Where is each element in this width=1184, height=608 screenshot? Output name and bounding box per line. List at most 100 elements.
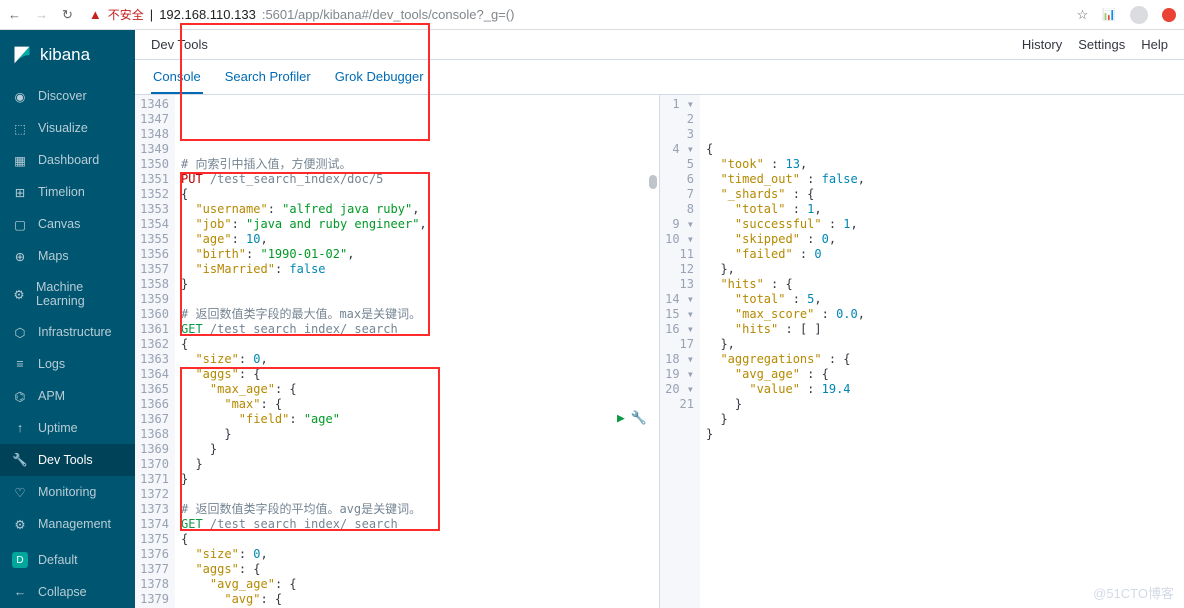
- code-line[interactable]: [181, 487, 653, 502]
- sidebar-item-management[interactable]: ⚙ Management: [0, 508, 135, 540]
- code-line[interactable]: PUT /test_search_index/doc/5: [181, 172, 653, 187]
- breadcrumb: Dev Tools: [151, 37, 208, 52]
- code-line[interactable]: "isMarried": false: [181, 262, 653, 277]
- nav-icon: 🔧: [12, 452, 28, 468]
- code-line[interactable]: "max": {: [181, 397, 653, 412]
- sidebar-item-apm[interactable]: ⌬ APM: [0, 380, 135, 412]
- code-line[interactable]: # 返回数值类字段的最大值。max是关键词。: [181, 307, 653, 322]
- nav-icon: ⊞: [12, 184, 28, 200]
- code-line[interactable]: "age": 10,: [181, 232, 653, 247]
- code-line[interactable]: "aggs": {: [181, 562, 653, 577]
- code-line[interactable]: }: [181, 442, 653, 457]
- response-code[interactable]: { "took" : 13, "timed_out" : false, "_sh…: [700, 95, 1184, 608]
- sidebar-item-machine-learning[interactable]: ⚙Machine Learning: [0, 272, 135, 316]
- nav-icon: ♡: [12, 484, 28, 500]
- address-bar[interactable]: ▲ 不安全 | 192.168.110.133:5601/app/kibana#…: [83, 6, 1067, 23]
- code-line[interactable]: "avg_age": {: [181, 577, 653, 592]
- request-editor[interactable]: 1346134713481349135013511352135313541355…: [135, 95, 660, 608]
- nav-icon: ⬚: [12, 120, 28, 136]
- scrollbar-thumb[interactable]: [649, 175, 657, 189]
- code-line: "timed_out" : false,: [706, 172, 1178, 187]
- sidebar-item-uptime[interactable]: ↑Uptime: [0, 412, 135, 444]
- nav-label: Logs: [38, 357, 65, 371]
- tabs: Console Search Profiler Grok Debugger: [135, 60, 1184, 95]
- code-line[interactable]: "max_age": {: [181, 382, 653, 397]
- collapse-label: Collapse: [38, 585, 87, 599]
- code-line[interactable]: "size": 0,: [181, 547, 653, 562]
- code-line[interactable]: # 返回数值类字段的平均值。avg是关键词。: [181, 502, 653, 517]
- code-line[interactable]: [181, 142, 653, 157]
- sidebar-item-maps[interactable]: ⊕Maps: [0, 240, 135, 272]
- nav-label: APM: [38, 389, 65, 403]
- nav-icon: ▢: [12, 216, 28, 232]
- kibana-icon: [12, 45, 32, 65]
- space-selector[interactable]: D Default: [0, 544, 135, 576]
- bookmark-icon[interactable]: ☆: [1077, 7, 1089, 23]
- sidebar-item-monitoring[interactable]: ♡Monitoring: [0, 476, 135, 508]
- code-line[interactable]: # 向索引中插入值，方便测试。: [181, 157, 653, 172]
- back-icon[interactable]: ←: [8, 7, 21, 22]
- forward-icon[interactable]: →: [35, 7, 48, 22]
- top-link-history[interactable]: History: [1022, 37, 1062, 52]
- wrench-icon[interactable]: 🔧: [631, 411, 647, 426]
- code-line[interactable]: GET /test_search_index/_search: [181, 322, 653, 337]
- sidebar-item-discover[interactable]: ◉Discover: [0, 80, 135, 112]
- code-line[interactable]: "job": "java and ruby engineer",: [181, 217, 653, 232]
- nav-icon: ≡: [12, 356, 28, 372]
- code-line[interactable]: }: [181, 427, 653, 442]
- run-button[interactable]: ▶: [617, 411, 625, 426]
- tab-search-profiler[interactable]: Search Profiler: [223, 61, 313, 94]
- watermark: @51CTO博客: [1093, 583, 1174, 602]
- sidebar-item-logs[interactable]: ≡ Logs: [0, 348, 135, 380]
- extension-red-icon[interactable]: [1162, 8, 1176, 22]
- sidebar-item-dashboard[interactable]: ▦Dashboard: [0, 144, 135, 176]
- extension-icon[interactable]: 📊: [1102, 8, 1116, 21]
- nav-label: Management: [38, 517, 111, 531]
- collapse-button[interactable]: ← Collapse: [0, 576, 135, 608]
- code-line: "total" : 1,: [706, 202, 1178, 217]
- sidebar-item-canvas[interactable]: ▢Canvas: [0, 208, 135, 240]
- profile-avatar[interactable]: [1130, 6, 1148, 24]
- sidebar-item-dev-tools[interactable]: 🔧 Dev Tools: [0, 444, 135, 476]
- reload-icon[interactable]: ↻: [62, 7, 73, 23]
- code-line: }: [706, 412, 1178, 427]
- top-link-settings[interactable]: Settings: [1078, 37, 1125, 52]
- code-line[interactable]: "aggs": {: [181, 367, 653, 382]
- brand-logo[interactable]: kibana: [0, 30, 135, 80]
- nav-icon: ⌬: [12, 388, 28, 404]
- code-line: "successful" : 1,: [706, 217, 1178, 232]
- code-line[interactable]: "birth": "1990-01-02",: [181, 247, 653, 262]
- code-line: }: [706, 427, 1178, 442]
- nav-label: Dev Tools: [38, 453, 93, 467]
- code-line[interactable]: {: [181, 187, 653, 202]
- code-line[interactable]: }: [181, 277, 653, 292]
- code-line[interactable]: "field": "age": [181, 412, 653, 427]
- code-line: "avg_age" : {: [706, 367, 1178, 382]
- code-line[interactable]: GET /test_search_index/_search: [181, 517, 653, 532]
- nav-icon: ◉: [12, 88, 28, 104]
- code-line[interactable]: {: [181, 337, 653, 352]
- insecure-label: 不安全: [108, 6, 144, 23]
- code-line[interactable]: {: [181, 532, 653, 547]
- sidebar-item-visualize[interactable]: ⬚Visualize: [0, 112, 135, 144]
- code-line[interactable]: "size": 0,: [181, 352, 653, 367]
- editor-code[interactable]: # 向索引中插入值，方便测试。PUT /test_search_index/do…: [175, 95, 659, 608]
- url-path: :5601/app/kibana#/dev_tools/console?_g=(…: [262, 7, 515, 22]
- code-line[interactable]: "username": "alfred java ruby",: [181, 202, 653, 217]
- code-line[interactable]: }: [181, 457, 653, 472]
- code-line: [706, 442, 1178, 457]
- editor-gutter: 1346134713481349135013511352135313541355…: [135, 95, 175, 608]
- nav-label: Uptime: [38, 421, 78, 435]
- code-line[interactable]: }: [181, 472, 653, 487]
- tab-grok-debugger[interactable]: Grok Debugger: [333, 61, 426, 94]
- sidebar-item-infrastructure[interactable]: ⬡Infrastructure: [0, 316, 135, 348]
- code-line[interactable]: "avg": {: [181, 592, 653, 607]
- code-line: }: [706, 397, 1178, 412]
- sidebar-item-timelion[interactable]: ⊞Timelion: [0, 176, 135, 208]
- nav-icon: ⚙: [12, 516, 28, 532]
- top-link-help[interactable]: Help: [1141, 37, 1168, 52]
- code-line[interactable]: [181, 292, 653, 307]
- response-pane: 1 ▾234 ▾56789 ▾10 ▾11121314 ▾15 ▾16 ▾171…: [660, 95, 1184, 608]
- warning-icon: ▲: [89, 7, 102, 22]
- tab-console[interactable]: Console: [151, 61, 203, 94]
